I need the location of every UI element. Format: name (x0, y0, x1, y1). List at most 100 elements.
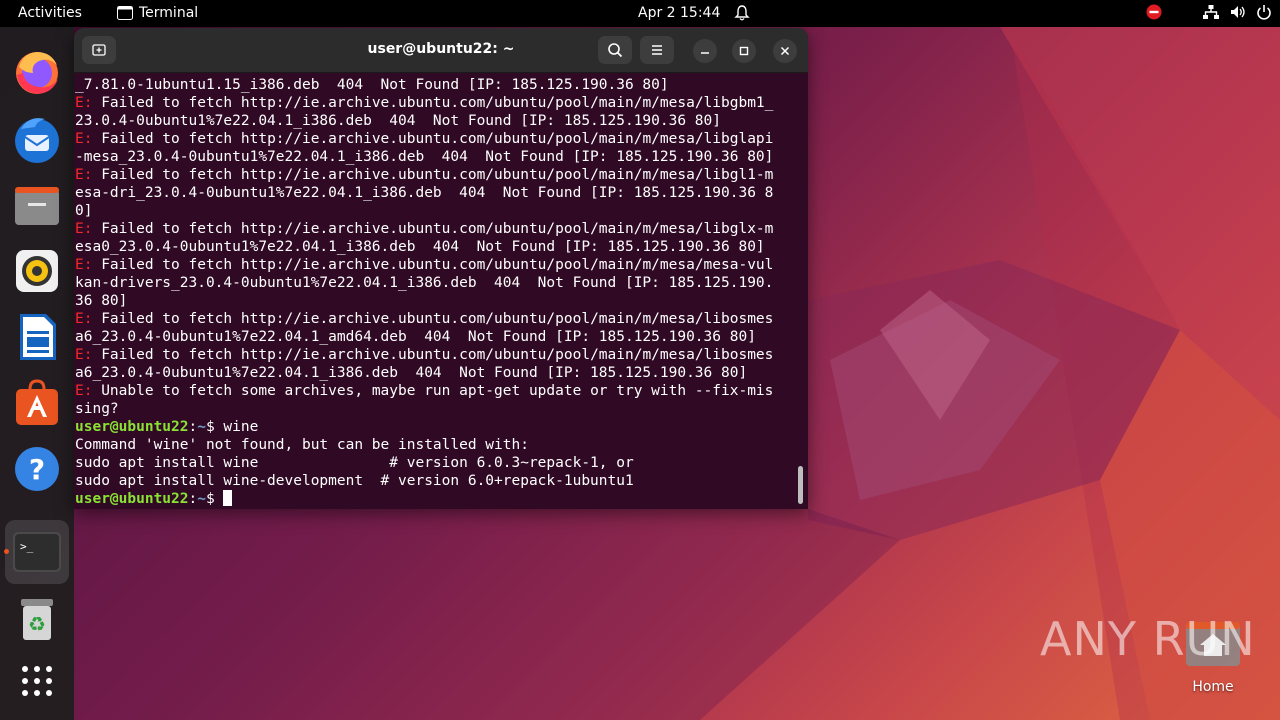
hamburger-menu-icon (652, 45, 662, 55)
close-icon (780, 46, 790, 56)
line-text: Command 'wine' not found, but can be ins… (75, 437, 529, 453)
line-text: Failed to fetch http://ie.archive.ubuntu… (92, 347, 774, 363)
terminal-line: a6_23.0.4-0ubuntu1%7e22.04.1_i386.deb 40… (75, 364, 793, 382)
terminal-scrollbar[interactable] (798, 466, 803, 504)
terminal-line: E: Failed to fetch http://ie.archive.ubu… (75, 130, 793, 148)
watermark-text: ANY RUN (1040, 612, 1256, 666)
line-text: esa-dri_23.0.4-0ubuntu1%7e22.04.1_i386.d… (75, 185, 774, 201)
terminal-line: esa0_23.0.4-0ubuntu1%7e22.04.1_i386.deb … (75, 238, 793, 256)
terminal-line: _7.81.0-1ubuntu1.15_i386.deb 404 Not Fou… (75, 76, 793, 94)
libreoffice-writer-launcher[interactable] (11, 311, 63, 363)
line-text: Failed to fetch http://ie.archive.ubuntu… (92, 221, 774, 237)
terminal-line: E: Failed to fetch http://ie.archive.ubu… (75, 166, 793, 184)
line-text: Failed to fetch http://ie.archive.ubuntu… (92, 131, 774, 147)
software-bag-icon (16, 379, 58, 425)
line-text: _7.81.0-1ubuntu1.15_i386.deb 404 Not Fou… (75, 77, 669, 93)
line-text: kan-drivers_23.0.4-0ubuntu1%7e22.04.1_i3… (75, 275, 774, 291)
show-applications-button[interactable] (11, 655, 63, 707)
thunderbird-launcher[interactable] (11, 113, 63, 165)
prompt-command: $ wine (205, 419, 259, 435)
notification-bell-icon[interactable] (734, 5, 750, 21)
svg-text:?: ? (29, 453, 45, 486)
line-text: esa0_23.0.4-0ubuntu1%7e22.04.1_i386.deb … (75, 239, 765, 255)
line-text: 36 80] (75, 293, 128, 309)
thunderbird-icon (15, 118, 59, 163)
trash-icon: ♻ (21, 599, 53, 640)
terminal-line: esa-dri_23.0.4-0ubuntu1%7e22.04.1_i386.d… (75, 184, 793, 202)
svg-text:>_: >_ (20, 540, 34, 553)
rhythmbox-speaker-icon (16, 250, 58, 292)
prompt-colon: : (188, 491, 198, 507)
help-launcher[interactable]: ? (11, 443, 63, 495)
line-text: sudo apt install wine-development # vers… (75, 473, 634, 489)
terminal-launcher[interactable]: >_ (5, 520, 69, 584)
prompt-path: ~ (197, 419, 206, 435)
menu-button[interactable] (640, 36, 674, 64)
text-cursor (223, 490, 233, 506)
system-tray[interactable] (1146, 4, 1272, 20)
terminal-line: E: Failed to fetch http://ie.archive.ubu… (75, 220, 793, 238)
app-menu-label: Terminal (139, 5, 199, 21)
desktop-screen: Activities Terminal Apr 2 15:44 ? >_ ♻ u… (0, 0, 1280, 720)
terminal-output[interactable]: _7.81.0-1ubuntu1.15_i386.deb 404 Not Fou… (74, 73, 793, 509)
minimize-icon (701, 52, 709, 54)
home-folder-label[interactable]: Home (1184, 679, 1242, 695)
prompt-colon: : (188, 419, 198, 435)
line-text: Unable to fetch some archives, maybe run… (92, 383, 774, 399)
prompt-path: ~ (197, 491, 206, 507)
line-text: Failed to fetch http://ie.archive.ubuntu… (92, 167, 774, 183)
line-text: -mesa_23.0.4-0ubuntu1%7e22.04.1_i386.deb… (75, 149, 774, 165)
terminal-line: E: Failed to fetch http://ie.archive.ubu… (75, 256, 793, 274)
activities-button[interactable]: Activities (18, 5, 82, 21)
terminal-line: 23.0.4-0ubuntu1%7e22.04.1_i386.deb 404 N… (75, 112, 793, 130)
running-indicator (4, 549, 9, 554)
error-prefix: E: (75, 311, 93, 327)
terminal-small-icon (117, 6, 133, 20)
line-text: a6_23.0.4-0ubuntu1%7e22.04.1_amd64.deb 4… (75, 329, 756, 345)
app-grid-icon (22, 666, 52, 696)
error-prefix: E: (75, 221, 93, 237)
error-prefix: E: (75, 95, 93, 111)
dock: ? >_ ♻ (0, 27, 74, 720)
terminal-line: Command 'wine' not found, but can be ins… (75, 436, 793, 454)
files-launcher[interactable] (11, 179, 63, 231)
minimize-button[interactable] (693, 39, 717, 63)
terminal-line: a6_23.0.4-0ubuntu1%7e22.04.1_amd64.deb 4… (75, 328, 793, 346)
terminal-line: E: Failed to fetch http://ie.archive.ubu… (75, 310, 793, 328)
firefox-launcher[interactable] (11, 47, 63, 99)
power-icon[interactable] (1256, 4, 1272, 20)
rhythmbox-launcher[interactable] (11, 245, 63, 297)
clock[interactable]: Apr 2 15:44 (638, 5, 720, 21)
prompt-user: user@ubuntu22 (75, 491, 189, 507)
line-text: sing? (75, 401, 119, 417)
writer-document-icon (20, 314, 56, 360)
files-folder-icon (15, 187, 59, 225)
terminal-line: E: Failed to fetch http://ie.archive.ubu… (75, 94, 793, 112)
line-text: 23.0.4-0ubuntu1%7e22.04.1_i386.deb 404 N… (75, 113, 722, 129)
close-button[interactable] (773, 39, 797, 63)
terminal-line: 36 80] (75, 292, 793, 310)
trash-launcher[interactable]: ♻ (11, 593, 63, 645)
ubuntu-software-launcher[interactable] (11, 377, 63, 429)
volume-icon[interactable] (1230, 4, 1246, 20)
prompt-user: user@ubuntu22 (75, 419, 189, 435)
anyrun-watermark: ANY RUN (1040, 612, 1256, 666)
error-prefix: E: (75, 383, 93, 399)
search-button[interactable] (598, 36, 632, 64)
line-text: Failed to fetch http://ie.archive.ubuntu… (92, 257, 774, 273)
terminal-line: sing? (75, 400, 793, 418)
terminal-icon: >_ (13, 532, 61, 572)
terminal-line: sudo apt install wine-development # vers… (75, 472, 793, 490)
network-icon[interactable] (1202, 4, 1220, 20)
line-text: a6_23.0.4-0ubuntu1%7e22.04.1_i386.deb 40… (75, 365, 748, 381)
terminal-window[interactable]: user@ubuntu22: ~ _7.81.0-1ubuntu1.15_i38… (74, 28, 808, 509)
terminal-titlebar[interactable]: user@ubuntu22: ~ (74, 28, 808, 73)
top-bar: Activities Terminal Apr 2 15:44 (0, 0, 1280, 27)
maximize-button[interactable] (732, 39, 756, 63)
search-icon (608, 43, 623, 58)
terminal-line: sudo apt install wine # version 6.0.3~re… (75, 454, 793, 472)
terminal-line: kan-drivers_23.0.4-0ubuntu1%7e22.04.1_i3… (75, 274, 793, 292)
error-prefix: E: (75, 131, 93, 147)
do-not-disturb-icon[interactable] (1146, 4, 1162, 20)
app-menu[interactable]: Terminal (117, 5, 198, 21)
